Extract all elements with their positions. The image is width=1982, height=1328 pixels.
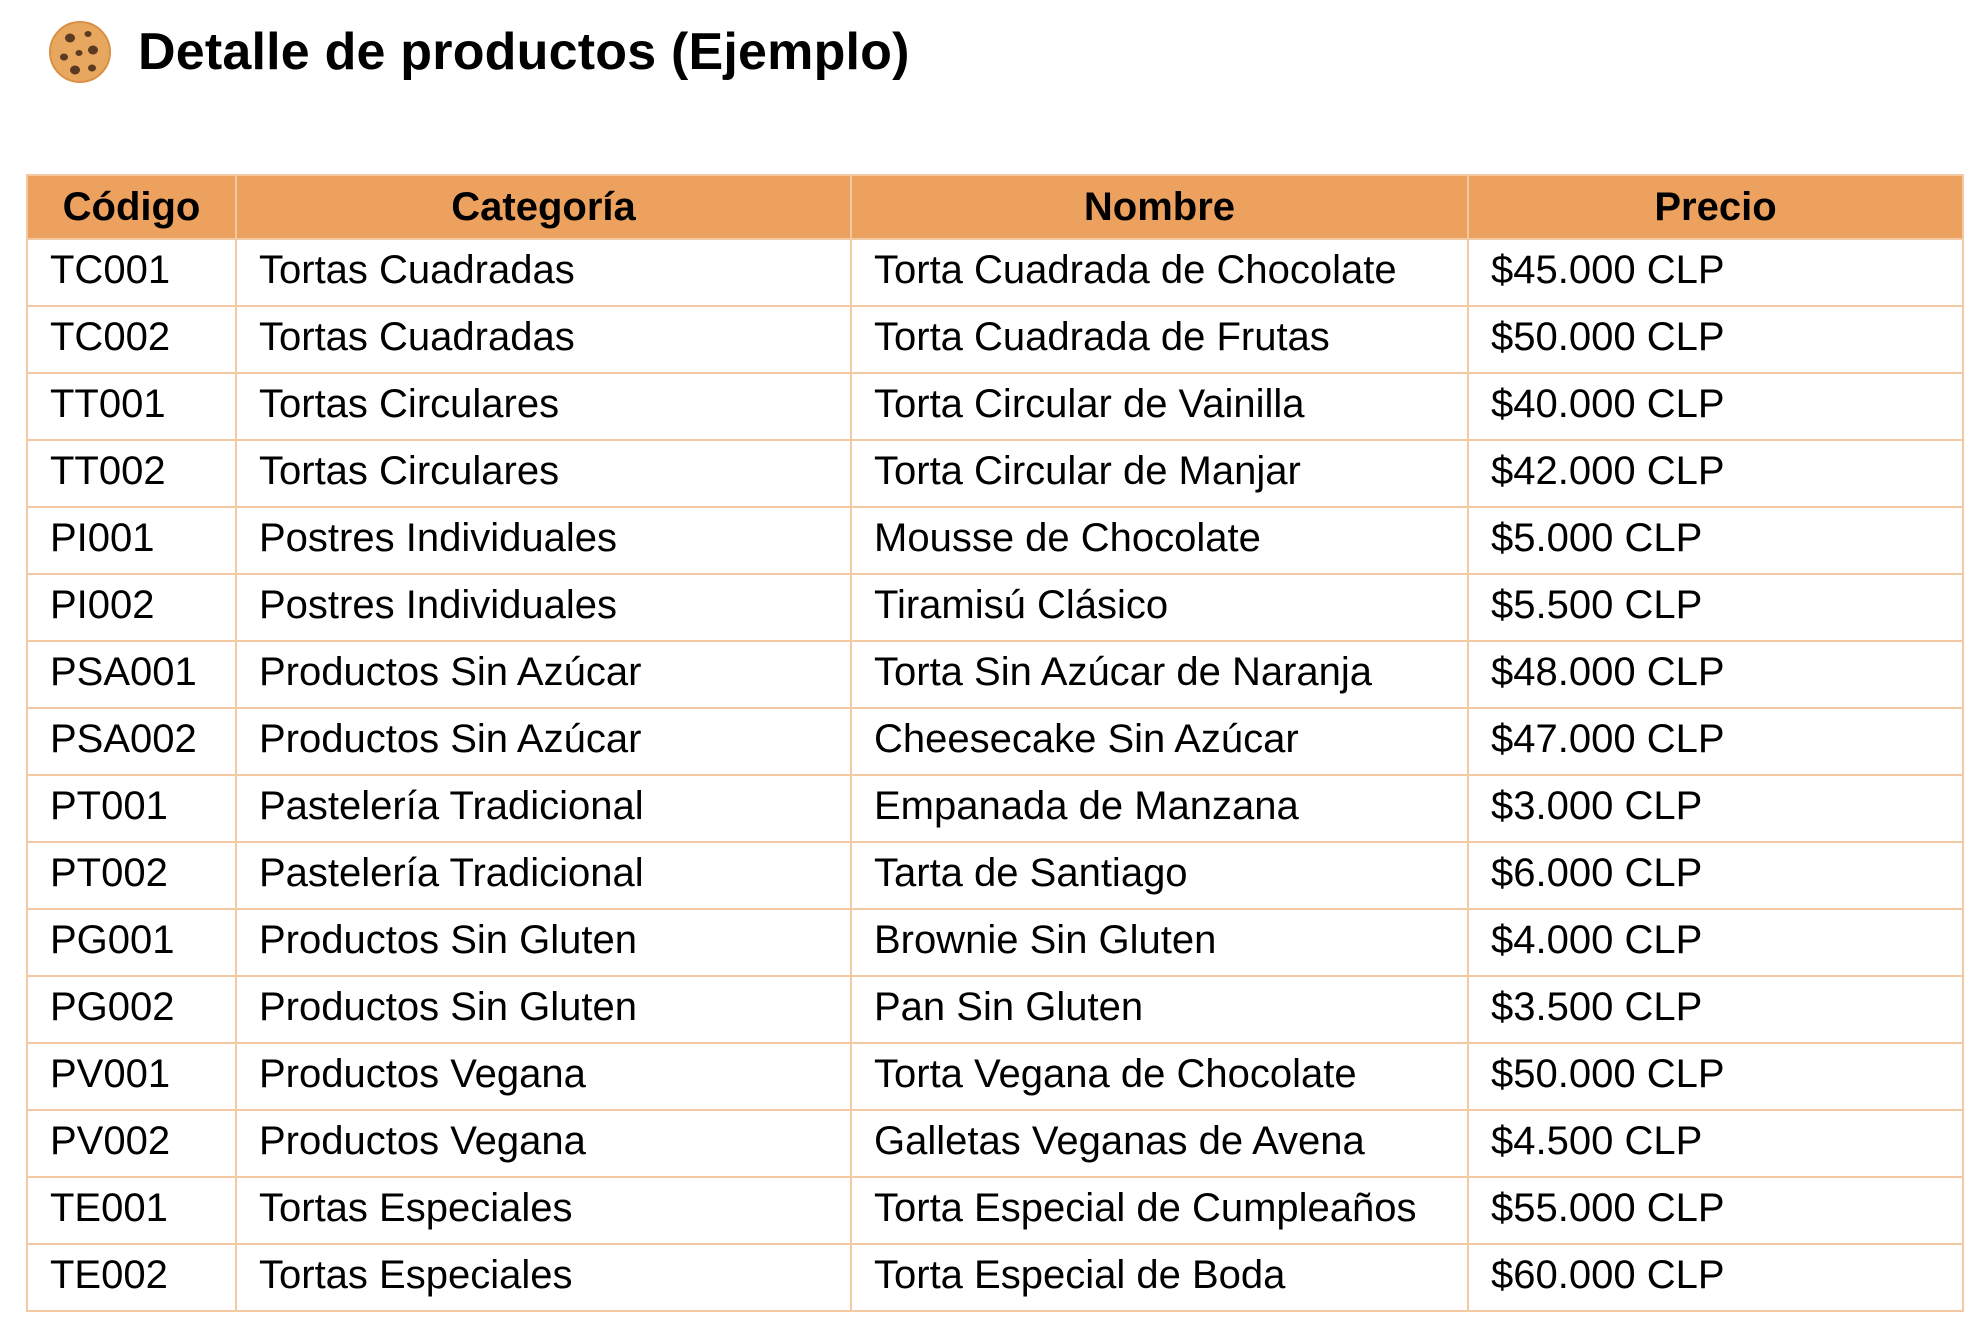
table-row: TT001 Tortas Circulares Torta Circular d… [26,372,1964,441]
cell-price: $5.500 CLP [1467,573,1964,642]
cell-code: TC002 [26,305,237,374]
table-row: TC001 Tortas Cuadradas Torta Cuadrada de… [26,238,1964,307]
table-row: PV001 Productos Vegana Torta Vegana de C… [26,1042,1964,1111]
table-row: PT002 Pastelería Tradicional Tarta de Sa… [26,841,1964,910]
cell-category: Productos Vegana [235,1042,852,1111]
cookie-icon [49,21,111,83]
cell-name: Mousse de Chocolate [850,506,1469,575]
table-row: TT002 Tortas Circulares Torta Circular d… [26,439,1964,508]
cell-name: Pan Sin Gluten [850,975,1469,1044]
cell-code: PI001 [26,506,237,575]
column-header-category: Categoría [235,174,852,240]
page-title: Detalle de productos (Ejemplo) [138,23,910,81]
cell-category: Productos Sin Azúcar [235,707,852,776]
cell-category: Productos Sin Gluten [235,908,852,977]
cell-name: Brownie Sin Gluten [850,908,1469,977]
cell-name: Tiramisú Clásico [850,573,1469,642]
cell-price: $47.000 CLP [1467,707,1964,776]
cell-price: $6.000 CLP [1467,841,1964,910]
table-row: PG002 Productos Sin Gluten Pan Sin Glute… [26,975,1964,1044]
cell-price: $40.000 CLP [1467,372,1964,441]
cell-name: Torta Especial de Cumpleaños [850,1176,1469,1245]
cell-category: Productos Vegana [235,1109,852,1178]
cell-price: $50.000 CLP [1467,305,1964,374]
cell-category: Productos Sin Azúcar [235,640,852,709]
cell-code: PSA002 [26,707,237,776]
cell-price: $48.000 CLP [1467,640,1964,709]
cell-code: PG002 [26,975,237,1044]
cell-category: Tortas Circulares [235,372,852,441]
cell-category: Tortas Circulares [235,439,852,508]
cell-name: Torta Vegana de Chocolate [850,1042,1469,1111]
cell-code: TE002 [26,1243,237,1312]
cell-category: Tortas Cuadradas [235,238,852,307]
cell-price: $45.000 CLP [1467,238,1964,307]
cell-code: TC001 [26,238,237,307]
table-row: PV002 Productos Vegana Galletas Veganas … [26,1109,1964,1178]
cell-name: Torta Especial de Boda [850,1243,1469,1312]
cell-code: PI002 [26,573,237,642]
cell-price: $42.000 CLP [1467,439,1964,508]
cell-code: TT001 [26,372,237,441]
column-header-name: Nombre [850,174,1469,240]
cell-name: Torta Circular de Manjar [850,439,1469,508]
cell-name: Empanada de Manzana [850,774,1469,843]
cell-name: Torta Cuadrada de Chocolate [850,238,1469,307]
cell-name: Torta Cuadrada de Frutas [850,305,1469,374]
cell-name: Tarta de Santiago [850,841,1469,910]
cell-code: PT001 [26,774,237,843]
cell-category: Pastelería Tradicional [235,841,852,910]
table-row: PG001 Productos Sin Gluten Brownie Sin G… [26,908,1964,977]
table-row: TE002 Tortas Especiales Torta Especial d… [26,1243,1964,1312]
cell-code: TT002 [26,439,237,508]
cell-category: Postres Individuales [235,506,852,575]
table-header-row: Código Categoría Nombre Precio [26,174,1964,240]
column-header-price: Precio [1467,174,1964,240]
cell-code: PV001 [26,1042,237,1111]
cell-category: Postres Individuales [235,573,852,642]
table-row: PI001 Postres Individuales Mousse de Cho… [26,506,1964,575]
cell-price: $4.000 CLP [1467,908,1964,977]
table-row: PSA002 Productos Sin Azúcar Cheesecake S… [26,707,1964,776]
cell-code: PSA001 [26,640,237,709]
table-row: PT001 Pastelería Tradicional Empanada de… [26,774,1964,843]
cell-code: PT002 [26,841,237,910]
cell-price: $55.000 CLP [1467,1176,1964,1245]
cell-price: $3.000 CLP [1467,774,1964,843]
cell-category: Tortas Especiales [235,1176,852,1245]
table-row: TC002 Tortas Cuadradas Torta Cuadrada de… [26,305,1964,374]
cell-category: Tortas Especiales [235,1243,852,1312]
cell-code: PV002 [26,1109,237,1178]
cell-category: Tortas Cuadradas [235,305,852,374]
cell-code: TE001 [26,1176,237,1245]
cell-price: $50.000 CLP [1467,1042,1964,1111]
products-table: Código Categoría Nombre Precio TC001 Tor… [26,174,1964,1312]
cell-name: Torta Sin Azúcar de Naranja [850,640,1469,709]
cell-category: Pastelería Tradicional [235,774,852,843]
cell-category: Productos Sin Gluten [235,975,852,1044]
title-row: Detalle de productos (Ejemplo) [48,10,910,94]
cell-price: $5.000 CLP [1467,506,1964,575]
table-row: PI002 Postres Individuales Tiramisú Clás… [26,573,1964,642]
cell-name: Cheesecake Sin Azúcar [850,707,1469,776]
cell-price: $3.500 CLP [1467,975,1964,1044]
table-row: PSA001 Productos Sin Azúcar Torta Sin Az… [26,640,1964,709]
column-header-code: Código [26,174,237,240]
table-row: TE001 Tortas Especiales Torta Especial d… [26,1176,1964,1245]
cell-code: PG001 [26,908,237,977]
cell-price: $60.000 CLP [1467,1243,1964,1312]
cell-name: Galletas Veganas de Avena [850,1109,1469,1178]
cell-name: Torta Circular de Vainilla [850,372,1469,441]
cell-price: $4.500 CLP [1467,1109,1964,1178]
